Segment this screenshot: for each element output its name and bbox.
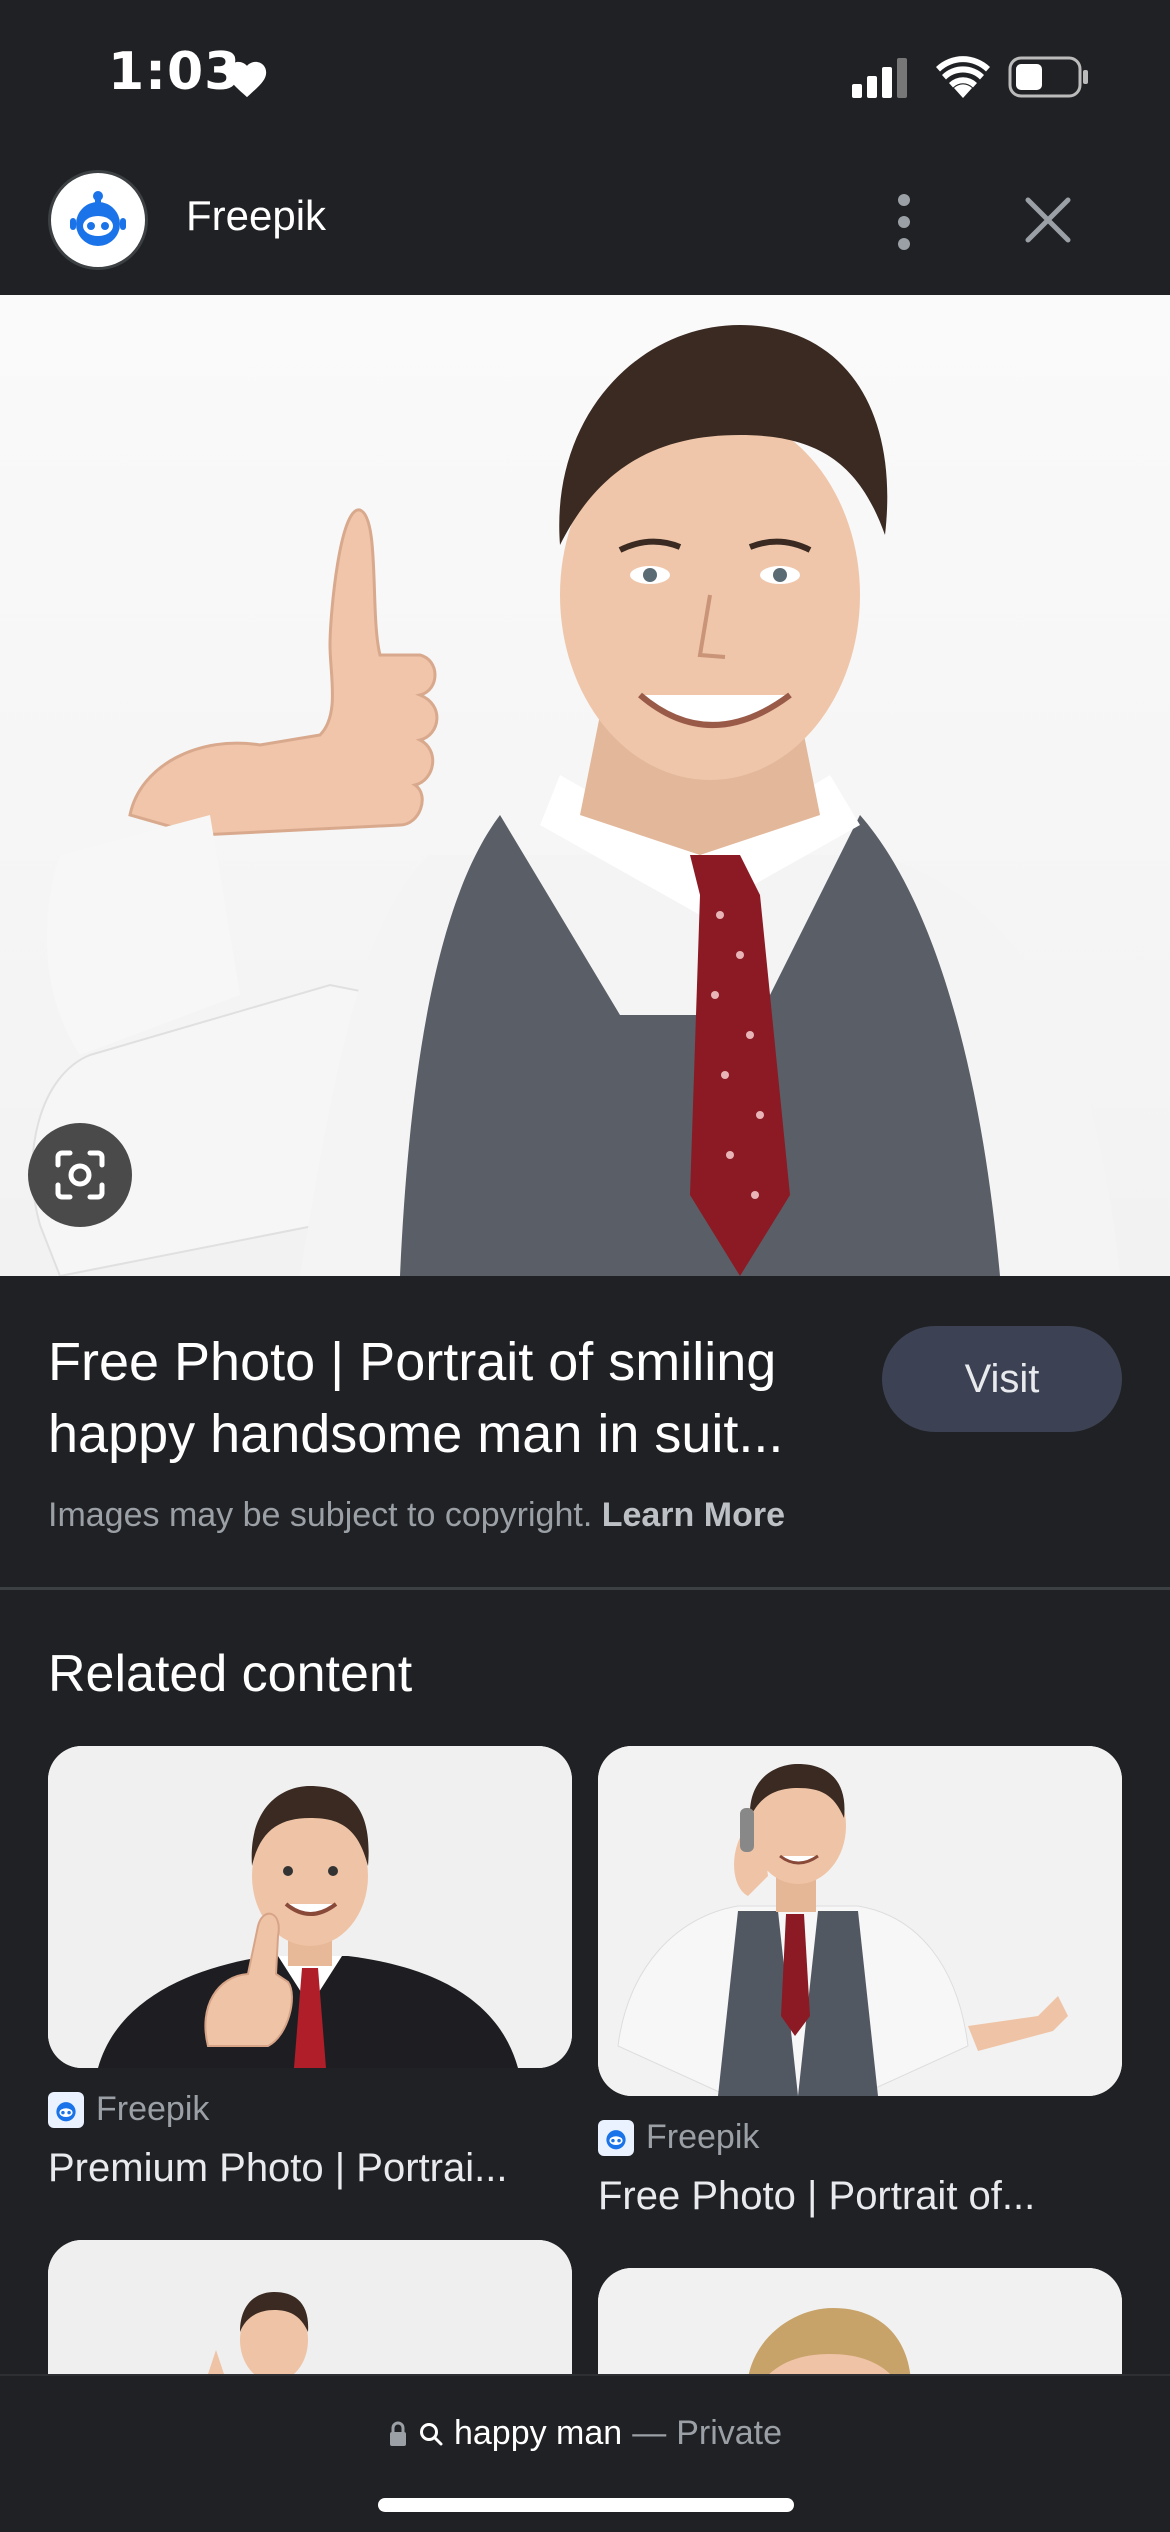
google-lens-icon[interactable] (28, 1123, 132, 1227)
result-title[interactable]: Free Photo | Portrait of smiling happy h… (48, 1326, 848, 1470)
more-vertical-icon[interactable] (880, 190, 928, 254)
close-icon[interactable] (1020, 192, 1076, 248)
source-name[interactable]: Freepik (186, 192, 326, 240)
freepik-logo-icon (598, 2119, 634, 2156)
learn-more-link[interactable]: Learn More (602, 1496, 785, 1534)
lock-icon (389, 2421, 406, 2446)
source-header: Freepik (0, 150, 1170, 295)
search-icon (419, 2422, 443, 2445)
heart-icon (227, 61, 267, 98)
copyright-note: Images may be subject to copyright. Lear… (48, 1496, 785, 1535)
copyright-text: Images may be subject to copyright. (48, 1496, 593, 1534)
browser-bottom-bar: happy man — Private (0, 2374, 1170, 2532)
related-card-source-2: Freepik (598, 2118, 759, 2157)
address-bar[interactable]: happy man — Private (0, 2414, 1170, 2453)
status-time: 1:03 (108, 42, 242, 102)
freepik-logo-icon (48, 2091, 84, 2128)
battery-icon (1008, 56, 1088, 98)
related-card-source-1: Freepik (48, 2090, 209, 2129)
status-bar: 1:03 (0, 0, 1170, 150)
cellular-signal-icon (852, 58, 907, 98)
wifi-icon (936, 56, 990, 98)
main-photo[interactable] (0, 295, 1170, 1276)
man-thumbs-up-photo (31, 325, 1120, 1276)
related-card-image-1[interactable] (48, 1746, 572, 2068)
home-indicator[interactable] (378, 2498, 794, 2512)
related-card-title-1[interactable]: Premium Photo | Portrai... (48, 2146, 568, 2191)
card-source-name: Freepik (96, 2090, 210, 2128)
separator: — (632, 2414, 667, 2452)
search-query: happy man (453, 2414, 623, 2452)
related-card-image-2[interactable] (598, 1746, 1122, 2096)
visit-button[interactable]: Visit (882, 1326, 1122, 1432)
related-content-heading: Related content (48, 1645, 413, 1703)
related-card-title-2[interactable]: Free Photo | Portrait of... (598, 2174, 1118, 2219)
freepik-logo-icon[interactable] (48, 170, 148, 270)
card-source-name: Freepik (646, 2118, 760, 2156)
result-info: Free Photo | Portrait of smiling happy h… (0, 1276, 1170, 1590)
private-mode-label: Private (676, 2414, 783, 2452)
